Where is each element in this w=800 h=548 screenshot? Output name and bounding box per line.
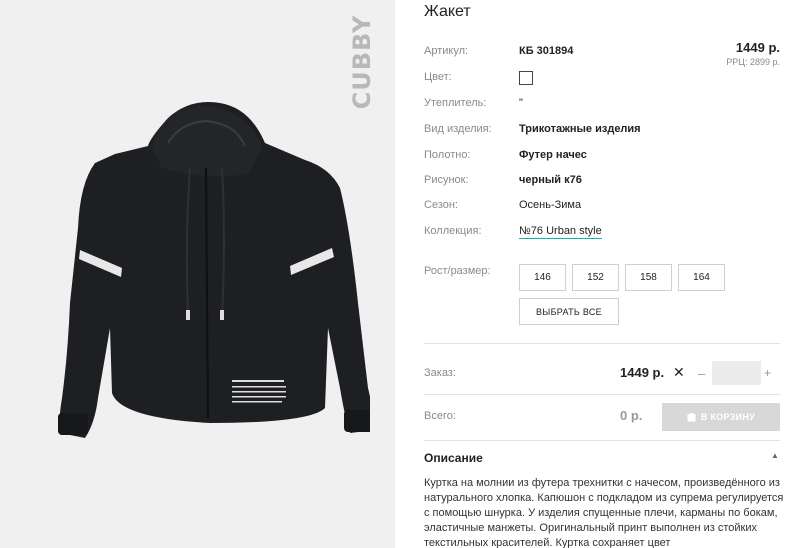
select-all-sizes-button[interactable]: ВЫБРАТЬ ВСЕ xyxy=(519,298,619,325)
multiply-icon: ✕ xyxy=(673,364,685,380)
collection-label: Коллекция: xyxy=(424,225,482,237)
article-label: Артикул: xyxy=(424,45,469,57)
recommended-retail-price: РРЦ: 2899 р. xyxy=(726,57,780,67)
quantity-input[interactable] xyxy=(712,361,761,385)
divider xyxy=(424,394,780,395)
season-label: Сезон: xyxy=(424,199,458,211)
fabric-value: Футер начес xyxy=(519,149,587,161)
size-option-146[interactable]: 146 xyxy=(519,264,566,291)
season-value: Осень-Зима xyxy=(519,199,582,211)
product-image[interactable]: CUBBY xyxy=(0,0,395,548)
collection-link[interactable]: №76 Urban style xyxy=(519,225,602,239)
description-text: Куртка на молнии из футера трехнитки с н… xyxy=(424,477,784,548)
product-title: Жакет xyxy=(424,3,471,20)
pattern-label: Рисунок: xyxy=(424,174,469,186)
total-label: Всего: xyxy=(424,410,456,422)
size-option-158[interactable]: 158 xyxy=(625,264,672,291)
size-option-164[interactable]: 164 xyxy=(678,264,725,291)
cart-icon xyxy=(687,412,696,422)
jacket-image xyxy=(58,102,370,438)
size-option-152[interactable]: 152 xyxy=(572,264,619,291)
product-price: 1449 р. xyxy=(735,40,780,55)
add-to-cart-label: В КОРЗИНУ xyxy=(700,412,756,422)
product-type-label: Вид изделия: xyxy=(424,123,492,135)
insulation-label: Утеплитель: xyxy=(424,97,487,109)
color-label: Цвет: xyxy=(424,71,452,83)
article-value: КБ 301894 xyxy=(519,45,574,57)
insulation-value: " xyxy=(519,97,523,109)
order-price: 1449 р. xyxy=(620,365,665,380)
size-label: Рост/размер: xyxy=(424,265,491,277)
product-type-value: Трикотажные изделия xyxy=(519,123,641,135)
fabric-label: Полотно: xyxy=(424,149,471,161)
divider xyxy=(424,440,780,441)
pattern-value: черный к76 xyxy=(519,174,582,186)
increase-quantity-button[interactable]: + xyxy=(764,366,771,380)
add-to-cart-button[interactable]: В КОРЗИНУ xyxy=(662,403,780,431)
color-swatch[interactable] xyxy=(519,71,533,85)
order-label: Заказ: xyxy=(424,367,456,379)
decrease-quantity-button[interactable]: – xyxy=(698,366,705,381)
divider xyxy=(424,343,780,344)
description-title[interactable]: Описание xyxy=(424,451,483,465)
total-value: 0 р. xyxy=(620,408,643,423)
collapse-caret-icon[interactable]: ▲ xyxy=(771,451,779,460)
